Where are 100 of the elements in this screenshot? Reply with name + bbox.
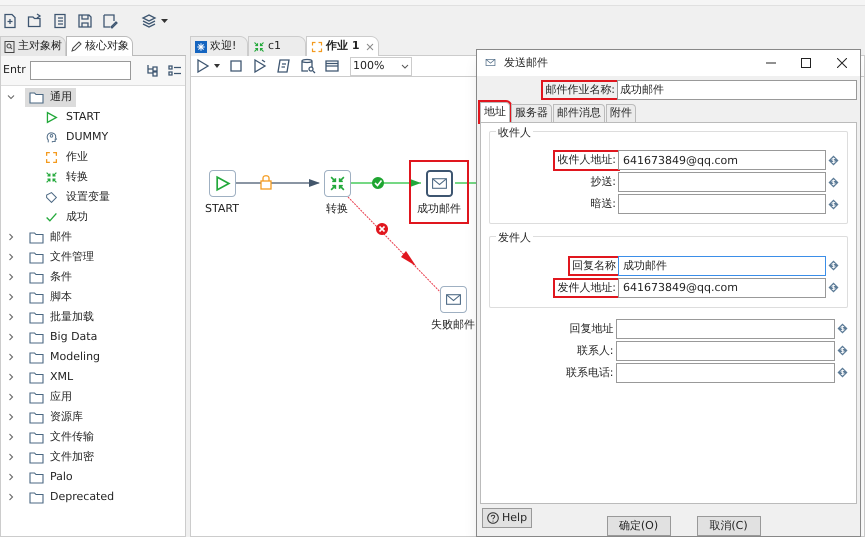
- dialog-button[interactable]: 取消(C): [696, 516, 760, 536]
- tree-leaf-item[interactable]: 作业: [45, 148, 88, 166]
- folder-icon: [29, 250, 44, 264]
- stop-icon[interactable]: [228, 58, 244, 74]
- arrows-inward-icon: [45, 170, 58, 184]
- tree-folder-item[interactable]: 文件传输: [25, 428, 98, 446]
- panel-tab[interactable]: 主对象树: [0, 36, 66, 56]
- field-label: 收件人地址:: [555, 152, 618, 169]
- folder-icon: [29, 270, 44, 284]
- dollar-diamond-icon[interactable]: [837, 323, 848, 334]
- dialog-tab[interactable]: 附件: [606, 104, 636, 122]
- new-file-icon[interactable]: [2, 13, 18, 29]
- list-icon[interactable]: [166, 62, 183, 78]
- document-icon[interactable]: [52, 13, 68, 29]
- dialog-button[interactable]: 确定(O): [606, 516, 670, 536]
- chevron-right-icon[interactable]: [7, 433, 15, 441]
- chevron-right-icon[interactable]: [7, 233, 15, 241]
- job-step-node[interactable]: [440, 286, 466, 313]
- layers-icon[interactable]: [141, 13, 157, 29]
- dollar-diamond-icon[interactable]: [837, 345, 848, 356]
- chevron-right-icon[interactable]: [7, 273, 15, 281]
- dialog-tab[interactable]: 邮件消息: [553, 104, 605, 122]
- search-field[interactable]: [30, 61, 131, 80]
- chevron-right-icon[interactable]: [7, 333, 15, 341]
- zoom-dropdown[interactable]: 100%: [350, 56, 412, 76]
- window-title: 发送邮件: [504, 54, 549, 71]
- tree-leaf-item[interactable]: DUMMY: [45, 128, 108, 146]
- tree-leaf-item[interactable]: 成功: [45, 208, 88, 226]
- tree-folder-item[interactable]: 应用: [25, 388, 76, 406]
- chevron-right-icon[interactable]: [7, 493, 15, 501]
- text-field[interactable]: [618, 172, 826, 192]
- dollar-diamond-icon[interactable]: [828, 260, 839, 272]
- chevron-right-icon[interactable]: [7, 473, 15, 481]
- text-field[interactable]: [618, 194, 826, 214]
- chevron-right-icon[interactable]: [7, 253, 15, 261]
- tree-leaf-item[interactable]: 设置变量: [45, 188, 110, 206]
- text-field[interactable]: [616, 362, 835, 383]
- maximize-icon[interactable]: [801, 58, 811, 68]
- dollar-diamond-icon[interactable]: [837, 367, 848, 378]
- open-folder-icon[interactable]: [27, 13, 43, 29]
- text-field[interactable]: [616, 318, 835, 339]
- dollar-diamond-icon[interactable]: [828, 198, 839, 210]
- editor-tab[interactable]: 作业 1: [306, 36, 380, 56]
- job-step-node[interactable]: [324, 170, 350, 197]
- save-as-icon[interactable]: [102, 13, 118, 29]
- tree-folder-item[interactable]: XML: [25, 368, 78, 386]
- text-field[interactable]: [616, 340, 835, 361]
- play-icon: [214, 175, 230, 192]
- chevron-right-icon[interactable]: [7, 353, 15, 361]
- chevron-down-icon[interactable]: [7, 93, 15, 101]
- text-field[interactable]: 成功邮件: [618, 256, 826, 276]
- tree-folder-item[interactable]: 资源库: [25, 408, 87, 426]
- dollar-diamond-icon[interactable]: [828, 282, 839, 294]
- node-label: 成功邮件: [417, 201, 461, 217]
- dialog-tab[interactable]: 服务器: [511, 104, 552, 122]
- editor-tab[interactable]: 欢迎!: [190, 36, 248, 56]
- text-field[interactable]: 641673849@qq.com: [618, 278, 826, 298]
- folder-icon: [29, 230, 44, 244]
- text-field[interactable]: 成功邮件: [617, 80, 857, 100]
- tree-folder-item[interactable]: 通用: [25, 88, 76, 106]
- chevron-right-icon[interactable]: [7, 453, 15, 461]
- chevron-right-icon[interactable]: [7, 293, 15, 301]
- script-icon[interactable]: [276, 58, 292, 74]
- help-button[interactable]: Help: [482, 508, 532, 528]
- step-play-icon[interactable]: [252, 58, 268, 74]
- tree-folder-item[interactable]: 脚本: [25, 288, 76, 306]
- error-circle-icon: [376, 223, 388, 235]
- chevron-right-icon[interactable]: [7, 373, 15, 381]
- editor-tab[interactable]: c1: [248, 36, 306, 56]
- tree-folder-item[interactable]: Palo: [25, 468, 77, 486]
- tree-folder-item[interactable]: Deprecated: [25, 488, 118, 506]
- job-step-node[interactable]: [208, 170, 236, 197]
- caret-icon[interactable]: [161, 18, 168, 24]
- question-circle-icon: [487, 512, 499, 524]
- chevron-right-icon[interactable]: [7, 313, 15, 321]
- caret-icon[interactable]: [214, 64, 220, 68]
- job-step-node[interactable]: [426, 170, 452, 197]
- tree-folder-item[interactable]: 文件加密: [25, 448, 98, 466]
- close-icon[interactable]: [837, 58, 847, 68]
- tree-folder-item[interactable]: 文件管理: [25, 248, 98, 266]
- chevron-right-icon[interactable]: [7, 393, 15, 401]
- tree-folder-item[interactable]: 邮件: [25, 228, 76, 246]
- tree-leaf-item[interactable]: 转换: [45, 168, 88, 186]
- database-search-icon[interactable]: [300, 58, 316, 74]
- tree-folder-item[interactable]: Modeling: [25, 348, 104, 366]
- save-icon[interactable]: [77, 13, 93, 29]
- panel-tab[interactable]: 核心对象: [66, 36, 133, 56]
- tree-folder-item[interactable]: 条件: [25, 268, 76, 286]
- tree-folder-item[interactable]: Big Data: [25, 328, 102, 346]
- dialog-tab[interactable]: 地址: [480, 102, 510, 122]
- tree-leaf-item[interactable]: START: [45, 108, 100, 126]
- folder-icon: [29, 350, 44, 364]
- grid-table-icon[interactable]: [324, 58, 340, 74]
- node-label: 失败邮件: [431, 317, 475, 333]
- chevron-right-icon[interactable]: [7, 413, 15, 421]
- text-field[interactable]: 641673849@qq.com: [618, 150, 826, 170]
- play-icon[interactable]: [195, 58, 211, 74]
- dollar-diamond-icon[interactable]: [828, 176, 839, 188]
- dollar-diamond-icon[interactable]: [828, 154, 839, 166]
- tree-folder-item[interactable]: 批量加载: [25, 308, 98, 326]
